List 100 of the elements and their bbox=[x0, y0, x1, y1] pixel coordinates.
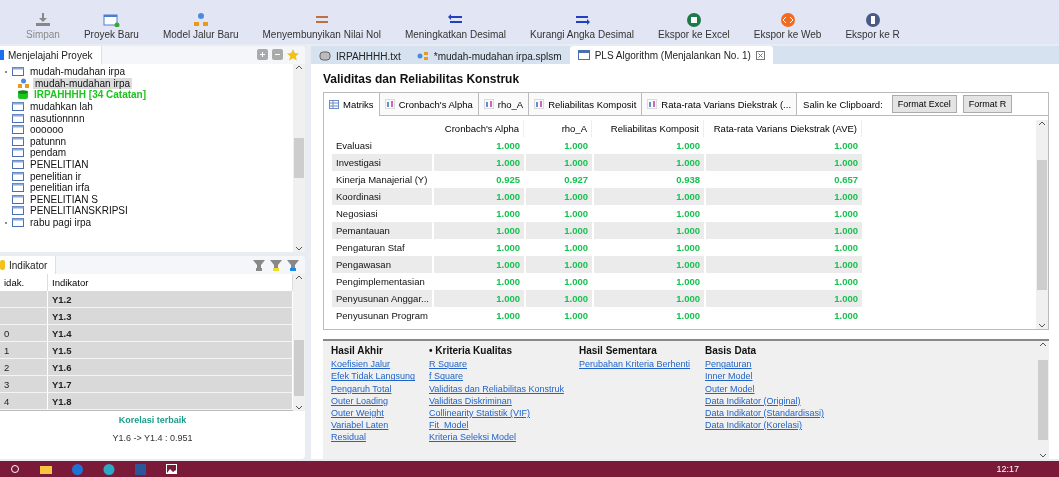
report-link[interactable]: R Square bbox=[429, 359, 579, 370]
table-cell: 0 bbox=[0, 325, 48, 342]
tree-item[interactable]: PENELITIAN bbox=[28, 159, 91, 171]
toolbar-button[interactable]: Model Jalur Baru bbox=[150, 13, 251, 40]
tree-item[interactable]: nasutionnnn bbox=[28, 112, 87, 124]
section-title: Hasil Sementara bbox=[579, 345, 658, 356]
table-cell: 1.000 bbox=[434, 222, 524, 239]
section-title: • Kriteria Kualitas bbox=[429, 345, 513, 356]
table-cell: Y1.5 bbox=[48, 342, 293, 359]
report-link[interactable]: Validitas dan Reliabilitas Konstruk bbox=[429, 383, 579, 394]
table-cell: Y1.6 bbox=[48, 359, 293, 376]
table-cell: 1.000 bbox=[594, 188, 704, 205]
report-link[interactable]: Validitas Diskriminan bbox=[429, 395, 579, 406]
table-cell: 1.000 bbox=[526, 290, 592, 307]
section-title: Hasil Akhir bbox=[331, 345, 384, 356]
report-link[interactable]: Variabel Laten bbox=[331, 420, 429, 431]
report-link[interactable]: Data Indikator (Standardisasi) bbox=[705, 407, 875, 418]
report-link[interactable]: Outer Model bbox=[705, 383, 875, 394]
report-link[interactable]: Data Indikator (Korelasi) bbox=[705, 420, 875, 431]
editor-tab[interactable]: *mudah-mudahan irpa.splsm bbox=[408, 48, 570, 64]
table-cell: 1.000 bbox=[526, 256, 592, 273]
tree-item[interactable]: patunnn bbox=[28, 135, 69, 147]
report-link[interactable]: Pengaturan bbox=[705, 359, 875, 370]
report-link[interactable]: Efek Tidak Langsung bbox=[331, 371, 429, 382]
table-cell: 1.000 bbox=[526, 188, 592, 205]
table-cell: 2 bbox=[0, 359, 48, 376]
format-button[interactable]: Format R bbox=[962, 95, 1013, 113]
report-link[interactable]: Collinearity Statistik (VIF) bbox=[429, 407, 579, 418]
row-header: Investigasi bbox=[332, 154, 432, 171]
table-cell: 1.000 bbox=[434, 188, 524, 205]
table-cell: 1.000 bbox=[526, 222, 592, 239]
table-cell: 1.000 bbox=[706, 222, 862, 239]
clock: 12:17 bbox=[996, 464, 1019, 474]
report-link[interactable]: Kriteria Seleksi Model bbox=[429, 432, 579, 443]
report-link[interactable]: Outer Loading bbox=[331, 395, 429, 406]
clipboard-label: Salin ke Clipboard: bbox=[802, 98, 884, 110]
report-link[interactable]: Fit_Model bbox=[429, 420, 579, 431]
tree-item[interactable]: PENELITIAN S bbox=[28, 193, 100, 205]
toolbar-button[interactable]: Menyembunyikan Nilai Nol bbox=[250, 13, 393, 40]
tree-item[interactable]: penelitian irfa bbox=[28, 182, 92, 194]
toolbar-button[interactable]: Meningkatkan Desimal bbox=[392, 13, 519, 40]
tree-item[interactable]: oooooo bbox=[28, 124, 66, 136]
tree-item[interactable]: penelitian ir bbox=[28, 170, 84, 182]
table-cell: 1.000 bbox=[526, 154, 592, 171]
report-link[interactable]: Residual bbox=[331, 432, 429, 443]
format-button[interactable]: Format Excel bbox=[891, 95, 957, 113]
table-cell: 1.000 bbox=[706, 256, 862, 273]
table-cell: 1.000 bbox=[706, 188, 862, 205]
panel-tab[interactable]: Menjelajahi Proyek bbox=[0, 46, 102, 64]
section-title: Basis Data bbox=[705, 345, 758, 356]
table-cell: 3 bbox=[0, 376, 48, 393]
table-cell: 1.000 bbox=[594, 290, 704, 307]
toolbar-button[interactable]: Proyek Baru bbox=[71, 13, 151, 40]
report-title: Validitas dan Reliabilitas Konstruk bbox=[323, 72, 521, 86]
report-tab[interactable]: rho_A bbox=[478, 93, 530, 115]
editor-tab[interactable]: IRPAHHHH.txt bbox=[311, 48, 409, 64]
report-link[interactable]: Koefisien Jalur bbox=[331, 359, 429, 370]
table-cell: Y1.4 bbox=[48, 325, 293, 342]
table-cell: Y1.2 bbox=[48, 291, 293, 308]
row-header: Penyusunan Anggar... bbox=[332, 290, 432, 307]
tree-item[interactable]: rabu pagi irpa bbox=[28, 217, 94, 228]
table-cell: 1.000 bbox=[434, 154, 524, 171]
table-cell: 1.000 bbox=[594, 256, 704, 273]
table-cell: 1.000 bbox=[594, 222, 704, 239]
tree-item[interactable]: pendam bbox=[28, 147, 69, 159]
report-tab[interactable]: Reliabilitas Komposit bbox=[529, 93, 643, 115]
tree-item[interactable]: mudah-mudahan irpa bbox=[28, 66, 128, 78]
table-cell: 4 bbox=[0, 393, 48, 410]
tree-item[interactable]: mudahkan lah bbox=[28, 101, 95, 113]
tree-item[interactable]: PENELITIANSKRIPSI bbox=[28, 205, 130, 217]
table-cell: 1.000 bbox=[434, 290, 524, 307]
table-cell: Y1.8 bbox=[48, 393, 293, 410]
toolbar-button[interactable]: Ekspor ke R bbox=[833, 13, 912, 40]
report-link[interactable]: Outer Weight bbox=[331, 407, 429, 418]
table-cell: 1.000 bbox=[706, 290, 862, 307]
report-tab[interactable]: Cronbach's Alpha bbox=[379, 93, 479, 115]
table-cell: 1.000 bbox=[594, 154, 704, 171]
table-cell: 1.000 bbox=[434, 256, 524, 273]
report-link[interactable]: Inner Model bbox=[705, 371, 875, 382]
report-link[interactable]: f Square bbox=[429, 371, 579, 382]
report-tab[interactable]: Matriks bbox=[324, 93, 380, 116]
best-correlation-title: Korelasi terbaik bbox=[118, 415, 187, 425]
report-link[interactable]: Perubahan Kriteria Berhenti bbox=[579, 359, 705, 370]
row-header: Koordinasi bbox=[332, 188, 432, 205]
toolbar-button[interactable]: Kurangi Angka Desimal bbox=[518, 13, 647, 40]
table-cell: Y1.7 bbox=[48, 376, 293, 393]
table-cell: Y1.3 bbox=[48, 308, 293, 325]
panel-tab[interactable]: Indikator bbox=[0, 256, 57, 274]
tree-item[interactable]: mudah-mudahan irpa bbox=[33, 77, 133, 89]
report-link[interactable]: Pengaruh Total bbox=[331, 383, 429, 394]
editor-tab[interactable]: PLS Algorithm (Menjalankan No. 1) bbox=[569, 46, 773, 64]
row-header: Pengawasan bbox=[332, 256, 432, 273]
table-cell: 1 bbox=[0, 342, 48, 359]
table-cell: 1.000 bbox=[706, 154, 862, 171]
toolbar-button[interactable]: Ekspor ke Web bbox=[741, 13, 834, 40]
report-tab[interactable]: Rata-rata Varians Diekstrak (... bbox=[642, 93, 798, 115]
best-correlation-value: Y1.6 -> Y1.4 : 0.951 bbox=[112, 433, 193, 443]
row-header: Pemantauan bbox=[332, 222, 432, 239]
toolbar-button[interactable]: Ekspor ke Excel bbox=[646, 13, 742, 40]
report-link[interactable]: Data Indikator (Original) bbox=[705, 395, 875, 406]
